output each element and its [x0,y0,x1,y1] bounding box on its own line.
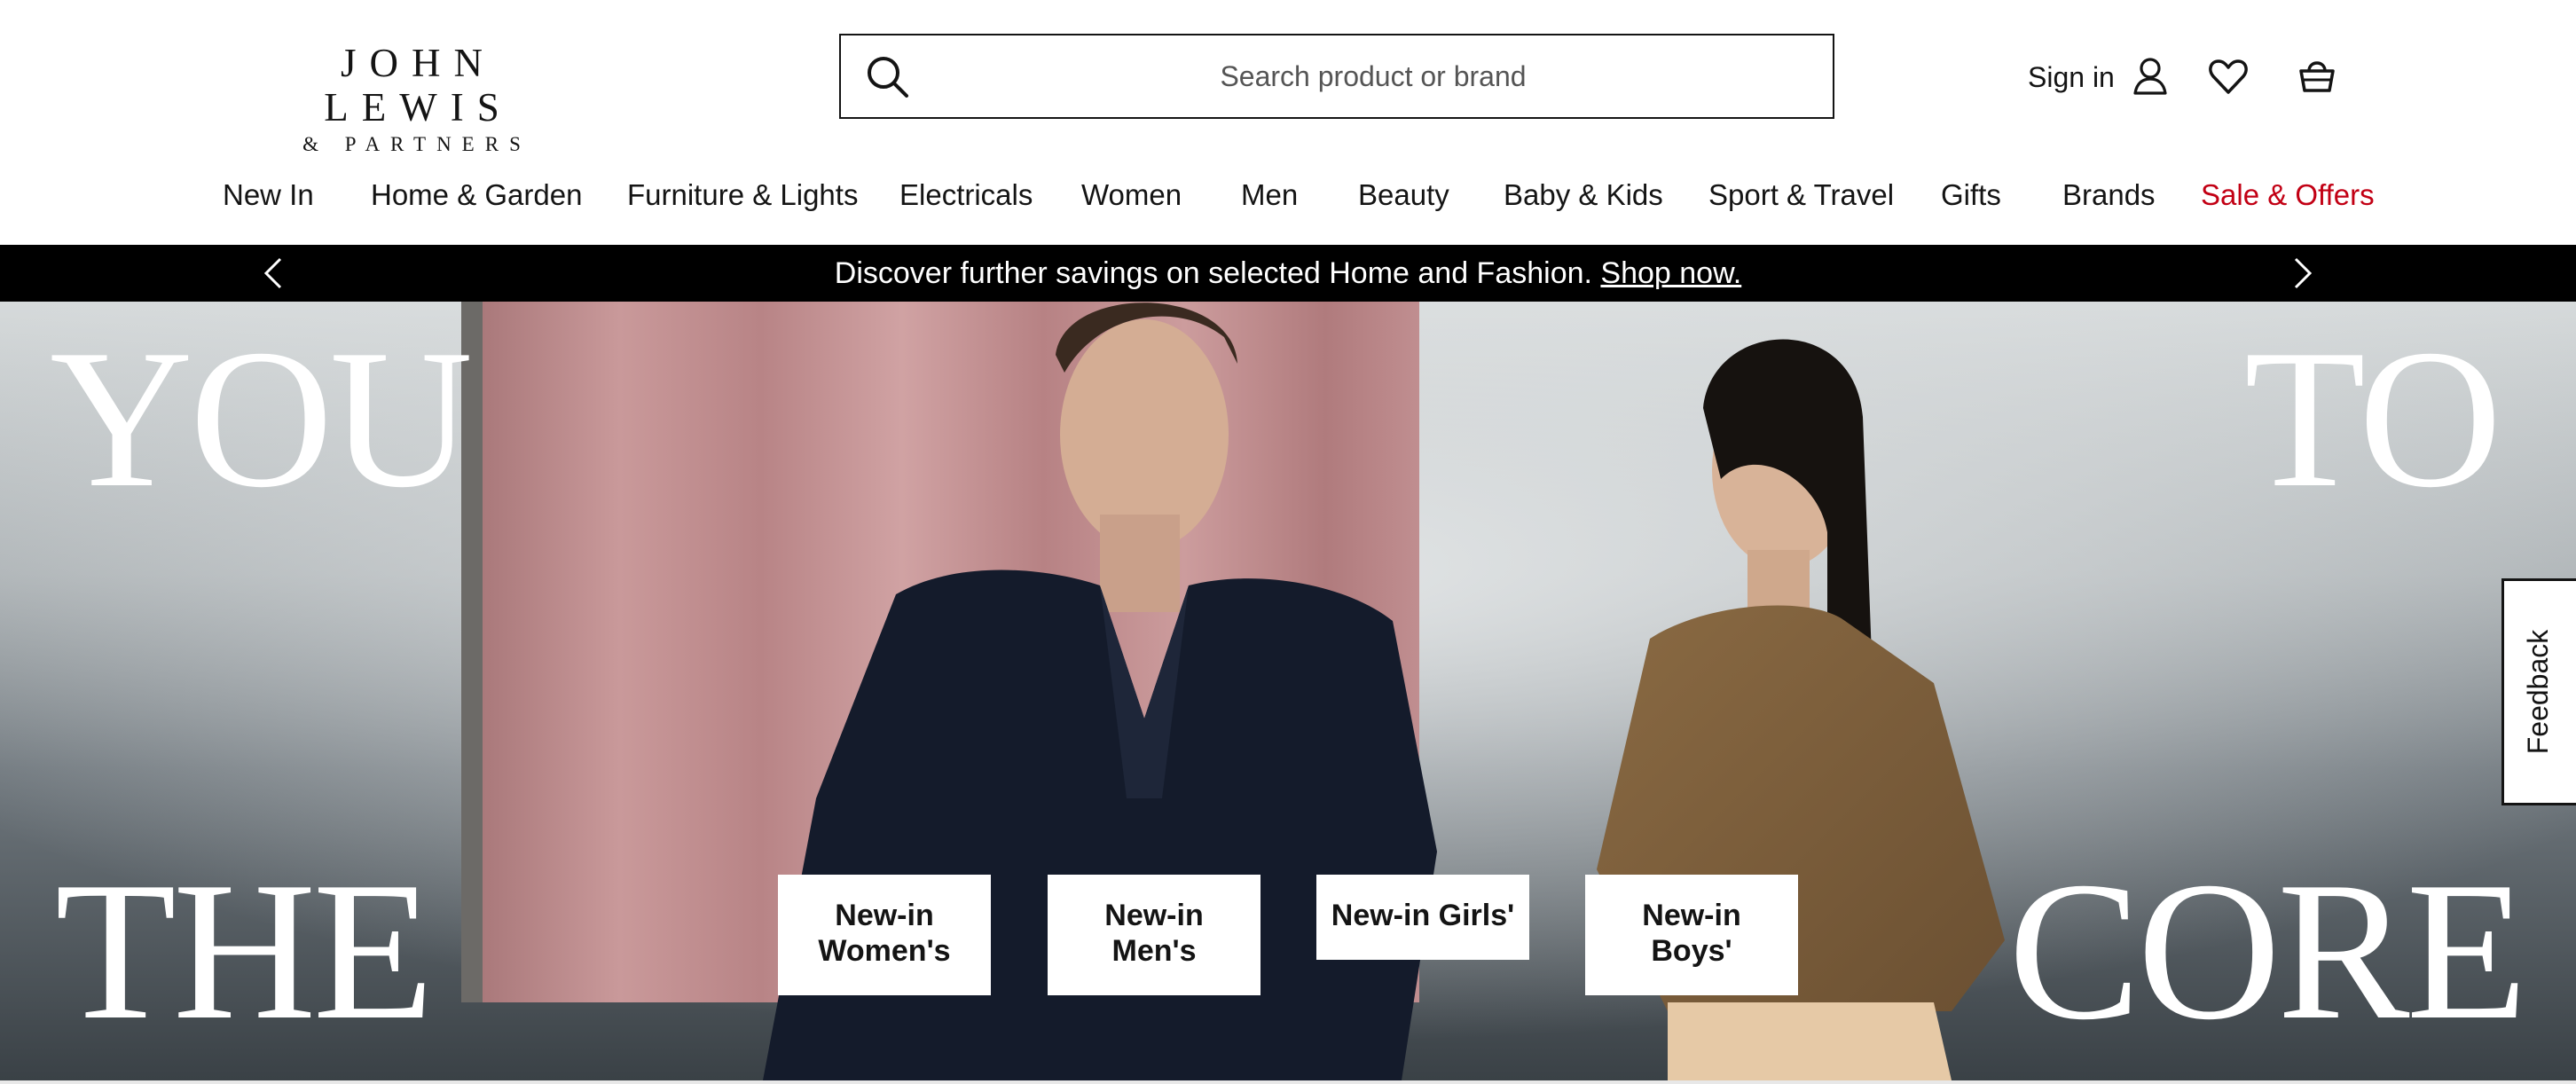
nav-item-brands[interactable]: Brands [2062,169,2156,222]
promo-banner: Discover further savings on selected Hom… [0,245,2576,302]
promo-shop-now-link[interactable]: Shop now. [1600,256,1741,290]
nav-item-new-in[interactable]: New In [223,169,314,222]
chevron-right-icon[interactable] [2285,255,2321,291]
nav-item-furniture-lights[interactable]: Furniture & Lights [627,169,858,222]
new-in-mens-button[interactable]: New-in Men's [1048,875,1261,995]
search-input[interactable] [930,35,1817,117]
new-in-womens-button[interactable]: New-in Women's [778,875,991,995]
hero-banner[interactable]: YOU TO THE CORE New-in Women's New-in Me… [0,302,2576,1080]
main-navigation: New In Home & Garden Furniture & Lights … [0,169,2576,245]
nav-item-women[interactable]: Women [1081,169,1182,222]
nav-item-electricals[interactable]: Electricals [899,169,1033,222]
page-divider [0,1080,2576,1084]
nav-item-sport-travel[interactable]: Sport & Travel [1708,169,1894,222]
search-bar [839,34,1834,119]
logo-main-text: JOHN LEWIS [324,41,513,130]
nav-item-sale-offers[interactable]: Sale & Offers [2201,169,2375,222]
promo-message: Discover further savings on selected Hom… [0,245,2576,302]
basket-icon[interactable] [2296,53,2338,96]
sign-in-label: Sign in [2028,60,2115,93]
nav-item-men[interactable]: Men [1241,169,1298,222]
nav-item-home-garden[interactable]: Home & Garden [371,169,582,222]
user-icon [2132,56,2168,99]
feedback-label: Feedback [2522,629,2554,755]
hero-word-the: THE [55,841,434,1061]
new-in-boys-button[interactable]: New-in Boys' [1585,875,1798,995]
nav-item-gifts[interactable]: Gifts [1941,169,2001,222]
feedback-tab[interactable]: Feedback [2501,578,2576,805]
hero-word-to: TO [2244,309,2502,529]
nav-item-baby-kids[interactable]: Baby & Kids [1504,169,1663,222]
logo-sub-text: & PARTNERS [302,133,531,155]
heart-icon[interactable] [2207,55,2250,98]
sign-in-link[interactable]: Sign in [2028,53,2168,101]
nav-item-beauty[interactable]: Beauty [1358,169,1449,222]
search-icon[interactable] [864,53,912,101]
john-lewis-logo[interactable]: JOHN LEWIS & PARTNERS [252,41,571,155]
hero-word-you: YOU [50,309,473,529]
new-in-girls-button[interactable]: New-in Girls' [1316,875,1529,960]
hero-word-core: CORE [2008,841,2527,1061]
site-header: JOHN LEWIS & PARTNERS Sign in [0,0,2576,155]
promo-text: Discover further savings on selected Hom… [834,256,1601,290]
